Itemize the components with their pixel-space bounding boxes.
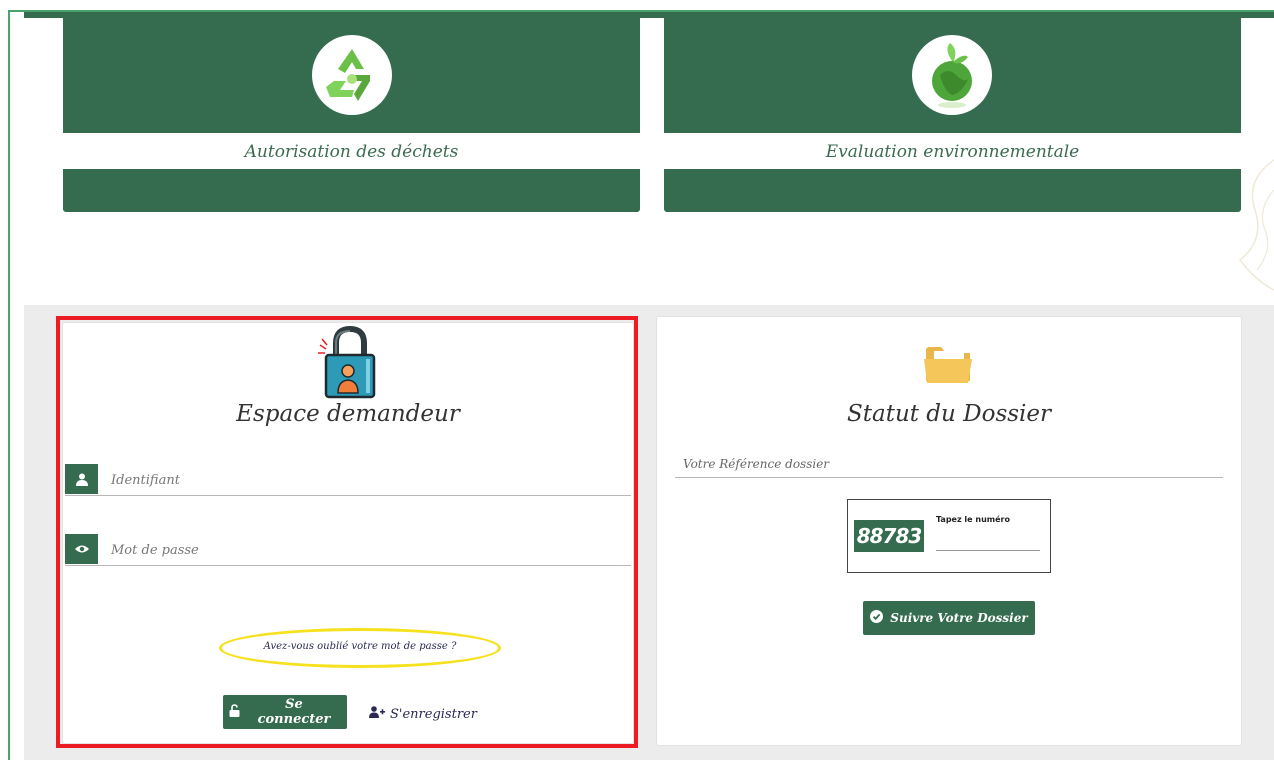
service-title[interactable]: Evaluation environnementale [664, 142, 1241, 162]
captcha-box: 88783 Tapez le numéro [847, 499, 1051, 573]
track-dossier-button[interactable]: Suivre Votre Dossier [863, 601, 1035, 635]
login-heading: Espace demandeur [236, 401, 460, 427]
decorative-pattern [1238, 159, 1274, 291]
service-card-bottom [664, 169, 1241, 212]
service-title[interactable]: Autorisation des déchets [63, 142, 640, 162]
check-circle-icon [870, 610, 884, 626]
captcha-code: 88783 [854, 520, 924, 552]
service-card-waste[interactable]: Autorisation des déchets [63, 18, 640, 212]
globe-leaf-icon [912, 35, 992, 115]
register-label: S'enregistrer [390, 706, 477, 722]
eye-icon[interactable] [65, 534, 98, 564]
status-panel: Statut du Dossier 88783 Tapez le numéro … [656, 316, 1242, 746]
reference-input[interactable] [675, 450, 1223, 478]
unlock-icon [229, 703, 240, 721]
password-input[interactable] [109, 536, 613, 564]
padlock-user-icon [318, 325, 382, 399]
login-button-label: Se connecter [257, 697, 331, 727]
username-row [65, 463, 631, 496]
service-card-environment[interactable]: Evaluation environnementale [664, 18, 1241, 212]
login-panel: Espace demandeur Avez-vous oublié votre … [62, 322, 634, 744]
recycle-icon [312, 35, 392, 115]
password-row [65, 533, 631, 566]
register-link[interactable]: S'enregistrer [369, 706, 477, 722]
frame-line-left [8, 10, 10, 760]
service-card-bottom [63, 169, 640, 212]
forgot-password-link[interactable]: Avez-vous oublié votre mot de passe ? [219, 641, 501, 652]
user-icon [65, 464, 98, 494]
track-button-label: Suivre Votre Dossier [890, 611, 1028, 625]
captcha-label: Tapez le numéro [936, 515, 1010, 524]
captcha-input[interactable] [936, 530, 1040, 551]
login-button[interactable]: Se connecter [223, 695, 347, 729]
username-input[interactable] [109, 466, 613, 494]
status-heading: Statut du Dossier [846, 401, 1052, 427]
folder-icon [924, 341, 974, 385]
user-plus-icon [369, 706, 385, 722]
